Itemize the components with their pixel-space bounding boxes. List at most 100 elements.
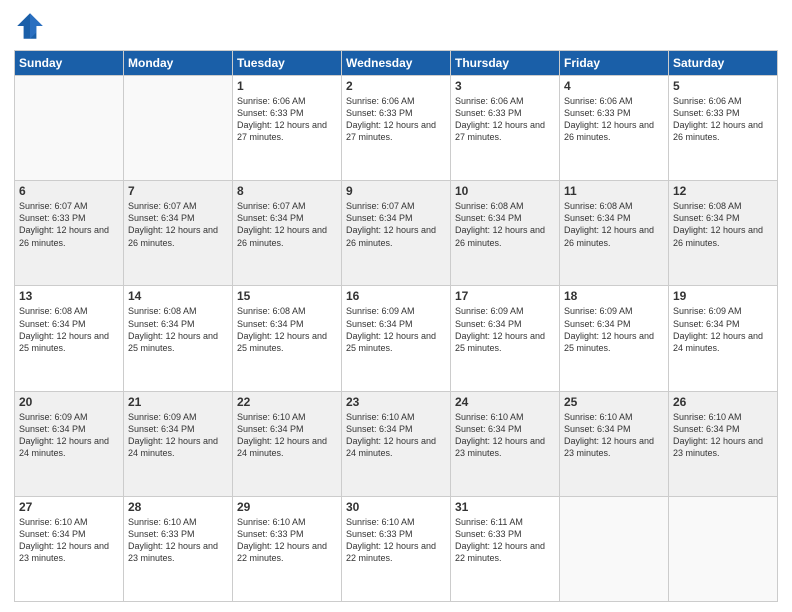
day-info: Sunrise: 6:07 AM Sunset: 6:34 PM Dayligh… (346, 200, 446, 249)
day-number: 10 (455, 184, 555, 198)
weekday-header-friday: Friday (560, 51, 669, 76)
weekday-header-thursday: Thursday (451, 51, 560, 76)
calendar-cell: 11 Sunrise: 6:08 AM Sunset: 6:34 PM Dayli… (560, 181, 669, 286)
calendar-cell: 31 Sunrise: 6:11 AM Sunset: 6:33 PM Dayli… (451, 496, 560, 601)
calendar-cell: 23Sunrise: 6:10 AM Sunset: 6:34 PM Dayli… (342, 391, 451, 496)
day-info: Sunrise: 6:08 AM Sunset: 6:34 PM Dayligh… (128, 305, 228, 354)
day-info: Sunrise: 6:10 AM Sunset: 6:33 PM Dayligh… (128, 516, 228, 565)
day-number: 19 (673, 289, 773, 303)
day-info: Sunrise: 6:08 AM Sunset: 6:34 PM Dayligh… (237, 305, 337, 354)
day-number: 15 (237, 289, 337, 303)
day-info: Sunrise: 6:09 AM Sunset: 6:34 PM Dayligh… (673, 305, 773, 354)
day-number: 1 (237, 79, 337, 93)
calendar-week-row-2: 6Sunrise: 6:07 AM Sunset: 6:33 PM Daylig… (15, 181, 778, 286)
day-info: Sunrise: 6:10 AM Sunset: 6:34 PM Dayligh… (455, 411, 555, 460)
calendar-cell: 16 Sunrise: 6:09 AM Sunset: 6:34 PM Dayli… (342, 286, 451, 391)
day-number: 7 (128, 184, 228, 198)
calendar-cell: 25 Sunrise: 6:10 AM Sunset: 6:34 PM Dayli… (560, 391, 669, 496)
calendar-cell: 18 Sunrise: 6:09 AM Sunset: 6:34 PM Dayli… (560, 286, 669, 391)
calendar-cell: 6Sunrise: 6:07 AM Sunset: 6:33 PM Daylig… (15, 181, 124, 286)
day-info: Sunrise: 6:10 AM Sunset: 6:34 PM Dayligh… (673, 411, 773, 460)
calendar-cell (124, 76, 233, 181)
calendar-table: SundayMondayTuesdayWednesdayThursdayFrid… (14, 50, 778, 602)
day-number: 3 (455, 79, 555, 93)
calendar-cell: 9 Sunrise: 6:07 AM Sunset: 6:34 PM Daylig… (342, 181, 451, 286)
calendar-cell: 21 Sunrise: 6:09 AM Sunset: 6:34 PM Dayli… (124, 391, 233, 496)
day-info: Sunrise: 6:11 AM Sunset: 6:33 PM Dayligh… (455, 516, 555, 565)
header (14, 10, 778, 42)
day-number: 2 (346, 79, 446, 93)
day-number: 13 (19, 289, 119, 303)
weekday-header-sunday: Sunday (15, 51, 124, 76)
calendar-week-row-5: 27 Sunrise: 6:10 AM Sunset: 6:34 PM Dayli… (15, 496, 778, 601)
weekday-header-wednesday: Wednesday (342, 51, 451, 76)
day-number: 23 (346, 395, 446, 409)
calendar-cell: 14 Sunrise: 6:08 AM Sunset: 6:34 PM Dayli… (124, 286, 233, 391)
calendar-cell: 4Sunrise: 6:06 AM Sunset: 6:33 PM Daylig… (560, 76, 669, 181)
day-number: 21 (128, 395, 228, 409)
calendar-cell: 2 Sunrise: 6:06 AM Sunset: 6:33 PM Daylig… (342, 76, 451, 181)
calendar-cell: 20 Sunrise: 6:09 AM Sunset: 6:34 PM Dayli… (15, 391, 124, 496)
day-number: 31 (455, 500, 555, 514)
calendar-cell: 7 Sunrise: 6:07 AM Sunset: 6:34 PM Daylig… (124, 181, 233, 286)
day-info: Sunrise: 6:10 AM Sunset: 6:33 PM Dayligh… (237, 516, 337, 565)
day-number: 17 (455, 289, 555, 303)
day-info: Sunrise: 6:10 AM Sunset: 6:33 PM Dayligh… (346, 516, 446, 565)
calendar-cell: 8 Sunrise: 6:07 AM Sunset: 6:34 PM Daylig… (233, 181, 342, 286)
weekday-header-saturday: Saturday (669, 51, 778, 76)
day-info: Sunrise: 6:10 AM Sunset: 6:34 PM Dayligh… (19, 516, 119, 565)
day-info: Sunrise: 6:09 AM Sunset: 6:34 PM Dayligh… (128, 411, 228, 460)
weekday-header-tuesday: Tuesday (233, 51, 342, 76)
day-number: 18 (564, 289, 664, 303)
day-number: 29 (237, 500, 337, 514)
day-info: Sunrise: 6:10 AM Sunset: 6:34 PM Dayligh… (237, 411, 337, 460)
day-info: Sunrise: 6:08 AM Sunset: 6:34 PM Dayligh… (19, 305, 119, 354)
weekday-header-monday: Monday (124, 51, 233, 76)
day-info: Sunrise: 6:07 AM Sunset: 6:34 PM Dayligh… (237, 200, 337, 249)
calendar-week-row-3: 13 Sunrise: 6:08 AM Sunset: 6:34 PM Dayli… (15, 286, 778, 391)
day-number: 8 (237, 184, 337, 198)
day-number: 4 (564, 79, 664, 93)
day-number: 24 (455, 395, 555, 409)
day-number: 5 (673, 79, 773, 93)
day-info: Sunrise: 6:08 AM Sunset: 6:34 PM Dayligh… (564, 200, 664, 249)
calendar-cell: 3Sunrise: 6:06 AM Sunset: 6:33 PM Daylig… (451, 76, 560, 181)
day-info: Sunrise: 6:06 AM Sunset: 6:33 PM Dayligh… (346, 95, 446, 144)
day-number: 20 (19, 395, 119, 409)
calendar-cell: 10Sunrise: 6:08 AM Sunset: 6:34 PM Dayli… (451, 181, 560, 286)
day-number: 16 (346, 289, 446, 303)
day-number: 14 (128, 289, 228, 303)
calendar-cell: 12 Sunrise: 6:08 AM Sunset: 6:34 PM Dayli… (669, 181, 778, 286)
calendar-cell: 29 Sunrise: 6:10 AM Sunset: 6:33 PM Dayli… (233, 496, 342, 601)
day-number: 12 (673, 184, 773, 198)
day-info: Sunrise: 6:09 AM Sunset: 6:34 PM Dayligh… (564, 305, 664, 354)
day-number: 22 (237, 395, 337, 409)
day-info: Sunrise: 6:08 AM Sunset: 6:34 PM Dayligh… (673, 200, 773, 249)
calendar-cell: 17 Sunrise: 6:09 AM Sunset: 6:34 PM Dayli… (451, 286, 560, 391)
day-number: 25 (564, 395, 664, 409)
calendar-cell (560, 496, 669, 601)
day-number: 6 (19, 184, 119, 198)
calendar-cell: 27 Sunrise: 6:10 AM Sunset: 6:34 PM Dayli… (15, 496, 124, 601)
calendar-cell (15, 76, 124, 181)
calendar-cell: 26 Sunrise: 6:10 AM Sunset: 6:34 PM Dayli… (669, 391, 778, 496)
logo-icon (14, 10, 46, 42)
day-info: Sunrise: 6:07 AM Sunset: 6:34 PM Dayligh… (128, 200, 228, 249)
day-info: Sunrise: 6:06 AM Sunset: 6:33 PM Dayligh… (237, 95, 337, 144)
day-number: 27 (19, 500, 119, 514)
calendar-cell: 24 Sunrise: 6:10 AM Sunset: 6:34 PM Dayli… (451, 391, 560, 496)
day-info: Sunrise: 6:09 AM Sunset: 6:34 PM Dayligh… (455, 305, 555, 354)
calendar-cell: 1 Sunrise: 6:06 AM Sunset: 6:33 PM Daylig… (233, 76, 342, 181)
day-info: Sunrise: 6:09 AM Sunset: 6:34 PM Dayligh… (19, 411, 119, 460)
day-info: Sunrise: 6:06 AM Sunset: 6:33 PM Dayligh… (673, 95, 773, 144)
weekday-header-row: SundayMondayTuesdayWednesdayThursdayFrid… (15, 51, 778, 76)
calendar-cell: 15 Sunrise: 6:08 AM Sunset: 6:34 PM Dayli… (233, 286, 342, 391)
calendar-cell: 22 Sunrise: 6:10 AM Sunset: 6:34 PM Dayli… (233, 391, 342, 496)
calendar-cell (669, 496, 778, 601)
day-number: 9 (346, 184, 446, 198)
day-number: 11 (564, 184, 664, 198)
page: SundayMondayTuesdayWednesdayThursdayFrid… (0, 0, 792, 612)
day-info: Sunrise: 6:09 AM Sunset: 6:34 PM Dayligh… (346, 305, 446, 354)
day-number: 26 (673, 395, 773, 409)
day-info: Sunrise: 6:10 AM Sunset: 6:34 PM Dayligh… (564, 411, 664, 460)
